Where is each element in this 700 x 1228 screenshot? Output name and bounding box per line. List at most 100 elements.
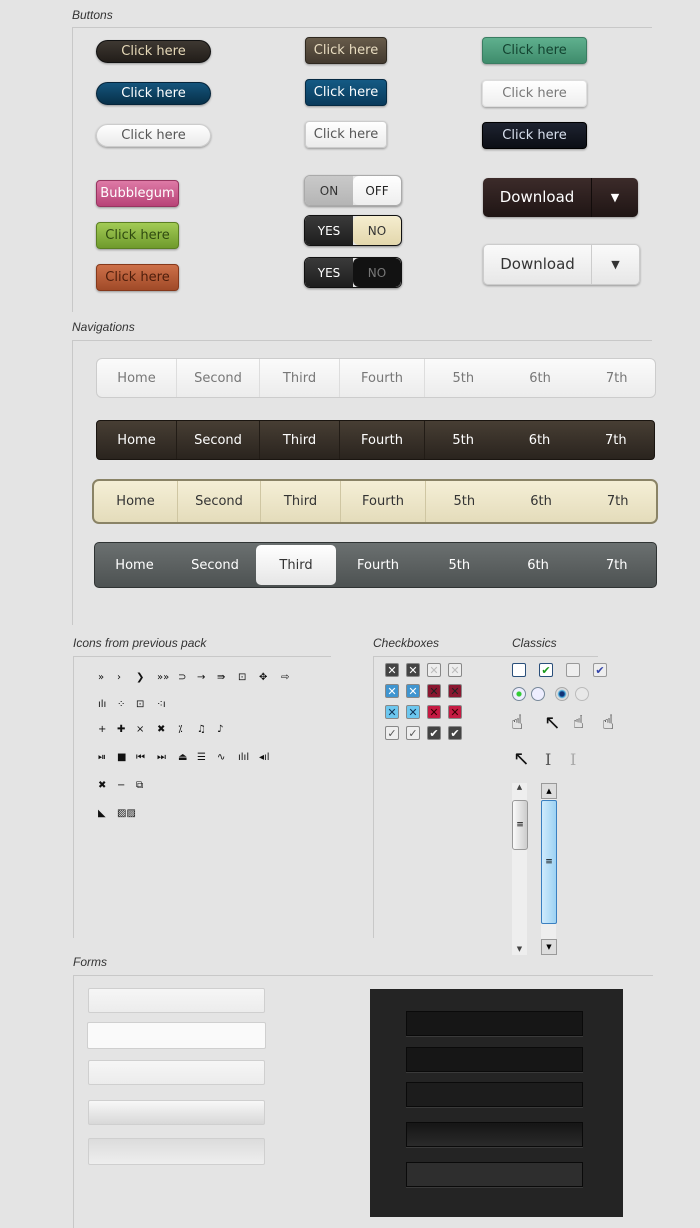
hand-grab-icon: ☝ xyxy=(573,712,584,733)
styled-checkbox[interactable]: ✕ xyxy=(448,705,462,719)
nav-item-7th[interactable]: 7th xyxy=(579,481,656,522)
styled-checkbox[interactable]: ✕ xyxy=(406,663,420,677)
styled-checkbox[interactable]: ✕ xyxy=(385,705,399,719)
navy-pill-button[interactable]: Click here xyxy=(96,82,211,105)
nav-item-second[interactable]: Second xyxy=(177,421,260,459)
nav-item-5th[interactable]: 5th xyxy=(426,481,503,522)
nav-item-second[interactable]: Second xyxy=(178,481,261,522)
dark-text-input[interactable] xyxy=(406,1047,583,1072)
nav-item-fourth[interactable]: Fourth xyxy=(341,481,426,522)
styled-checkbox[interactable]: ✕ xyxy=(427,663,441,677)
styled-checkbox[interactable]: ✕ xyxy=(406,705,420,719)
nav-item-5th[interactable]: 5th xyxy=(425,421,501,459)
nav-item-third[interactable]: Third xyxy=(260,421,340,459)
nav-item-5th[interactable]: 5th xyxy=(420,543,499,587)
nav-item-fourth[interactable]: Fourth xyxy=(340,359,425,397)
teal-button[interactable]: Click here xyxy=(482,37,587,64)
toggle-yes[interactable]: YES xyxy=(305,258,353,287)
rust-button[interactable]: Click here xyxy=(96,264,179,291)
radio-disabled[interactable] xyxy=(575,687,589,701)
nav-item-6th[interactable]: 6th xyxy=(501,421,577,459)
styled-checkbox[interactable]: ✕ xyxy=(406,684,420,698)
nav-item-6th[interactable]: 6th xyxy=(502,359,579,397)
dark-text-input[interactable] xyxy=(406,1082,583,1107)
styled-checkbox[interactable]: ✔ xyxy=(448,726,462,740)
download-label[interactable]: Download xyxy=(484,245,592,284)
nav-item-7th[interactable]: 7th xyxy=(577,543,656,587)
scrollbar-blue[interactable]: ▲ ≡ ▼ xyxy=(541,783,557,955)
nav-item-7th[interactable]: 7th xyxy=(578,359,655,397)
nav-item-third[interactable]: Third xyxy=(261,481,341,522)
radio-unselected[interactable] xyxy=(531,687,545,701)
styled-checkbox[interactable]: ✕ xyxy=(427,705,441,719)
nav-item-home[interactable]: Home xyxy=(97,359,177,397)
scrollbar-gray[interactable]: ▲ ≡ ▼ xyxy=(512,783,528,955)
styled-checkbox[interactable]: ✔ xyxy=(427,726,441,740)
styled-checkbox[interactable]: ✓ xyxy=(406,726,420,740)
nav-item-6th[interactable]: 6th xyxy=(503,481,580,522)
nav-item-7th[interactable]: 7th xyxy=(578,421,654,459)
nav-item-fourth[interactable]: Fourth xyxy=(340,421,425,459)
styled-checkbox[interactable]: ✓ xyxy=(385,726,399,740)
dark-text-input[interactable] xyxy=(406,1162,583,1187)
radio-selected-blue[interactable] xyxy=(555,687,569,701)
brown-button[interactable]: Click here xyxy=(305,37,387,64)
toggle-no[interactable]: NO xyxy=(353,258,401,287)
text-input[interactable] xyxy=(88,1060,265,1085)
dark-text-input[interactable] xyxy=(406,1122,583,1147)
bubblegum-button[interactable]: Bubblegum xyxy=(96,180,179,207)
white-button[interactable]: Click here xyxy=(482,80,587,107)
download-label[interactable]: Download xyxy=(483,178,592,217)
nav-item-second[interactable]: Second xyxy=(177,359,260,397)
checkbox-unchecked[interactable] xyxy=(512,663,526,677)
toggle-on[interactable]: ON xyxy=(305,176,353,205)
white-button[interactable]: Click here xyxy=(305,121,387,148)
radio-selected[interactable] xyxy=(512,687,526,701)
nav-item-third[interactable]: Third xyxy=(260,359,340,397)
text-input-focused[interactable] xyxy=(87,1022,266,1049)
styled-checkbox[interactable]: ✕ xyxy=(448,684,462,698)
navy-button[interactable]: Click here xyxy=(305,79,387,106)
nav-item-home[interactable]: Home xyxy=(94,481,178,522)
on-off-toggle[interactable]: ON OFF xyxy=(304,175,402,206)
dark-text-input[interactable] xyxy=(406,1011,583,1036)
white-pill-button[interactable]: Click here xyxy=(96,124,211,147)
styled-checkbox[interactable]: ✕ xyxy=(385,663,399,677)
nav-item-third-active[interactable]: Third xyxy=(256,545,336,585)
scroll-down-icon[interactable]: ▼ xyxy=(541,939,557,955)
toggle-no[interactable]: NO xyxy=(353,216,401,245)
scroll-down-icon[interactable]: ▼ xyxy=(512,945,527,953)
styled-checkbox[interactable]: ✕ xyxy=(427,684,441,698)
toggle-yes[interactable]: YES xyxy=(305,216,353,245)
download-split-button-light[interactable]: Download ▼ xyxy=(483,244,640,285)
black-button[interactable]: Click here xyxy=(482,122,587,149)
green-button[interactable]: Click here xyxy=(96,222,179,249)
dark-brown-pill-button[interactable]: Click here xyxy=(96,40,211,63)
download-split-button-dark[interactable]: Download ▼ xyxy=(483,178,638,217)
checkbox-disabled[interactable] xyxy=(566,663,580,677)
nav-item-5th[interactable]: 5th xyxy=(425,359,502,397)
styled-checkbox[interactable]: ✕ xyxy=(385,684,399,698)
scroll-thumb[interactable]: ≡ xyxy=(541,800,557,924)
yes-no-dark-toggle[interactable]: YES NO xyxy=(304,257,402,288)
text-input[interactable] xyxy=(88,988,265,1013)
text-input-inset[interactable] xyxy=(88,1138,265,1165)
nav-item-home[interactable]: Home xyxy=(97,421,177,459)
checkbox-checked-blue[interactable]: ✔ xyxy=(593,663,607,677)
nav-item-second[interactable]: Second xyxy=(174,543,256,587)
toggle-off[interactable]: OFF xyxy=(353,176,401,205)
checkbox-checked-green[interactable]: ✔ xyxy=(539,663,553,677)
nav-item-fourth[interactable]: Fourth xyxy=(336,543,420,587)
chevron-down-icon[interactable]: ▼ xyxy=(592,258,639,271)
divider xyxy=(373,656,374,938)
nav-item-home[interactable]: Home xyxy=(95,543,174,587)
yes-no-toggle[interactable]: YES NO xyxy=(304,215,402,246)
section-title-navigations: Navigations xyxy=(72,320,135,334)
text-input[interactable] xyxy=(88,1100,265,1125)
scroll-up-icon[interactable]: ▲ xyxy=(512,783,527,791)
scroll-thumb[interactable]: ≡ xyxy=(512,800,528,850)
chevron-down-icon[interactable]: ▼ xyxy=(592,191,638,204)
nav-item-6th[interactable]: 6th xyxy=(499,543,578,587)
styled-checkbox[interactable]: ✕ xyxy=(448,663,462,677)
scroll-up-icon[interactable]: ▲ xyxy=(541,783,557,799)
